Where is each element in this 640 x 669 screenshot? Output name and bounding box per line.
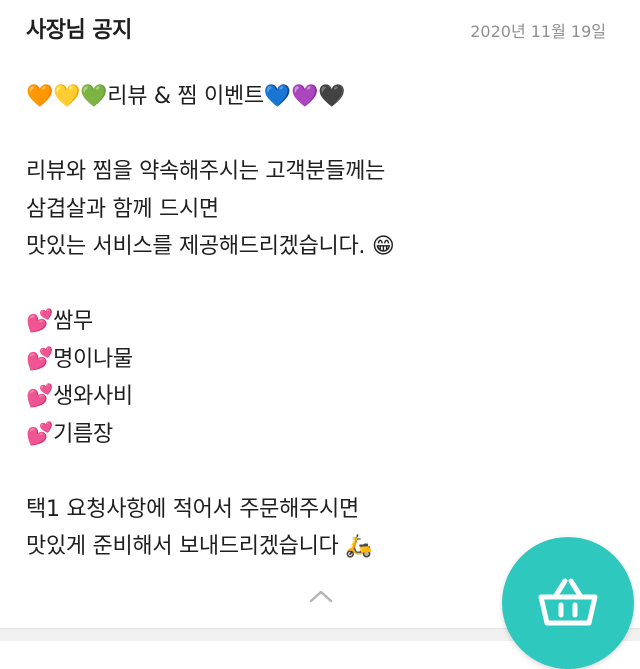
page-title: 사장님 공지: [26, 18, 132, 43]
side-dish-item: 💕생와사비: [26, 384, 133, 409]
chevron-up-icon[interactable]: [308, 588, 334, 604]
side-dish-item: 💕쌈무: [26, 309, 93, 334]
notice-line: 맛있는 서비스를 제공해드리겠습니다. 😁: [26, 234, 395, 259]
post-date: 2020년 11월 19일: [470, 22, 606, 41]
notice-line: 맛있게 준비해서 보내드리겠습니다 🛵: [26, 534, 373, 559]
cart-button[interactable]: [502, 537, 634, 669]
notice-body: 🧡💛💚리뷰 & 찜 이벤트💙💜🖤 리뷰와 찜을 약속해주시는 고객분들께는 삼겹…: [26, 78, 586, 566]
notice-line: 택1 요청사항에 적어서 주문해주시면: [26, 496, 359, 522]
side-dish-item: 💕명이나물: [26, 346, 133, 372]
notice-line: 삼겹살과 함께 드시면: [26, 196, 219, 222]
shopping-basket-icon: [538, 578, 598, 626]
side-dish-item: 💕기름장: [26, 421, 113, 447]
notice-line: 리뷰와 찜을 약속해주시는 고객분들께는: [26, 159, 386, 184]
notice-line: 🧡💛💚리뷰 & 찜 이벤트💙💜🖤: [26, 84, 346, 109]
notice-header: 사장님 공지 2020년 11월 19일: [0, 0, 640, 60]
